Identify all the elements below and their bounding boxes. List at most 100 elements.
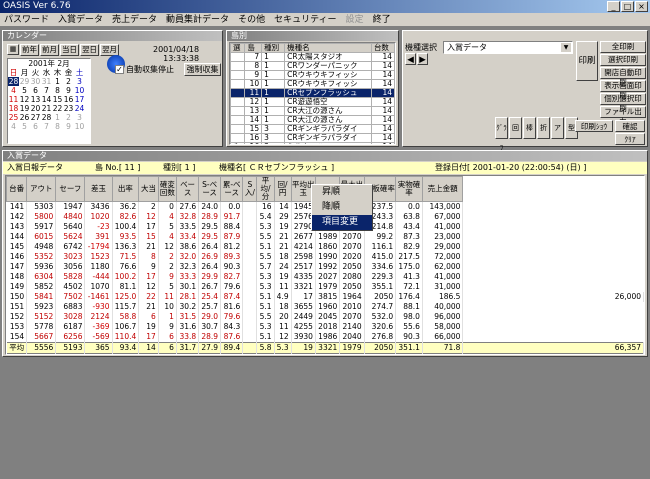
context-menu-item[interactable]: 昇順 xyxy=(312,185,372,200)
prev-arrow-icon[interactable]: ◀ xyxy=(405,53,416,65)
graph-button[interactable]: ア xyxy=(551,117,564,139)
calendar-day[interactable]: 22 xyxy=(52,104,63,113)
print-setting-button[interactable]: 印刷ｼｮｳ xyxy=(575,120,613,132)
print-option-button[interactable]: 選択印刷 xyxy=(600,54,646,66)
calendar-day[interactable]: 3 xyxy=(74,77,85,86)
data-header-cell[interactable]: 実物確率 xyxy=(395,176,423,202)
calendar-day[interactable]: 9 xyxy=(63,122,74,131)
data-row[interactable]: 146 5352 3023 1523 71.5 8 2 32.0 26.9 89.3 5.5 18 25… xyxy=(6,252,644,262)
menu-item[interactable]: セキュリティー xyxy=(274,13,336,26)
calendar-day[interactable]: 28 xyxy=(8,77,19,86)
graph-button[interactable]: 折 xyxy=(537,117,550,139)
calendar-nav-button[interactable]: 前月 xyxy=(40,44,59,56)
data-header-cell[interactable]: 平均/分 xyxy=(256,176,275,202)
menu-item[interactable]: 設定 xyxy=(346,13,364,26)
calendar-day[interactable]: 31 xyxy=(41,77,52,86)
menu-item[interactable]: 売上データ xyxy=(112,13,157,26)
force-collect-button[interactable]: 強制収集 xyxy=(184,63,221,76)
calendar-day[interactable]: 21 xyxy=(41,104,52,113)
calendar-day[interactable]: 2 xyxy=(63,77,74,86)
clear-button[interactable]: ｸﾘｱ xyxy=(615,133,645,145)
data-header-cell[interactable]: 確変回数 xyxy=(157,176,177,202)
calendar-day[interactable]: 13 xyxy=(30,95,41,104)
calendar-day[interactable]: 17 xyxy=(74,95,85,104)
menu-item[interactable]: 入賞データ xyxy=(58,13,103,26)
data-header-cell[interactable]: 大当 xyxy=(138,176,159,202)
calendar-day[interactable]: 30 xyxy=(30,77,41,86)
chevron-down-icon[interactable]: ▼ xyxy=(561,43,571,52)
calendar-day[interactable]: 12 xyxy=(19,95,30,104)
graph-button[interactable]: 回 xyxy=(509,117,522,139)
data-row[interactable]: 152 5152 3028 2124 58.8 6 1 31.5 29.0 79.6 5.5 20 24… xyxy=(6,312,644,322)
calendar-day[interactable]: 26 xyxy=(19,113,30,122)
graph-button[interactable]: ｸﾞﾗﾌ xyxy=(495,117,508,152)
calendar-day[interactable]: 25 xyxy=(8,113,19,122)
data-row[interactable]: 150 5841 7502 -1461 125.0 22 11 28.1 25.4 87.4 5.1… xyxy=(6,292,644,302)
menu-item[interactable]: その他 xyxy=(238,13,265,26)
print-option-button[interactable]: 個別選択印刷 xyxy=(600,93,646,113)
data-header-cell[interactable]: ベース xyxy=(175,176,200,202)
calendar-day[interactable]: 23 xyxy=(63,104,74,113)
calendar-day[interactable]: 15 xyxy=(52,95,63,104)
calendar-day[interactable]: 4 xyxy=(8,122,19,131)
menu-item[interactable]: パスワード xyxy=(4,13,49,26)
close-icon[interactable]: × xyxy=(635,1,648,12)
calendar-day[interactable]: 6 xyxy=(30,86,41,95)
minimize-icon[interactable]: _ xyxy=(607,1,620,12)
graph-button[interactable]: 棒 xyxy=(523,117,536,139)
data-row[interactable]: 144 6015 5624 391 93.5 15 4 33.4 29.5 87.9 5.5 21 26… xyxy=(6,232,644,242)
maximize-icon[interactable]: □ xyxy=(621,1,634,12)
data-header-cell[interactable]: アウト xyxy=(26,176,57,202)
calendar-day[interactable]: 7 xyxy=(41,86,52,95)
calendar-day[interactable]: 9 xyxy=(63,86,74,95)
island-header-cell[interactable]: 選 xyxy=(230,43,246,53)
context-menu-item[interactable]: 降順 xyxy=(312,200,372,215)
calendar-day[interactable]: 10 xyxy=(74,86,85,95)
calendar-day[interactable]: 10 xyxy=(74,122,85,131)
print-option-button[interactable]: 開店自動印刷 xyxy=(600,67,646,87)
data-header-cell[interactable]: 売上金額 xyxy=(421,176,464,202)
calendar-day[interactable]: 11 xyxy=(8,95,19,104)
calendar-day[interactable]: 8 xyxy=(52,86,63,95)
calendar-nav-button[interactable]: 当日 xyxy=(60,44,79,56)
confirm-button[interactable]: 確認 xyxy=(615,120,645,132)
data-header-cell[interactable]: S-ベース xyxy=(198,176,222,202)
calendar-day[interactable]: 3 xyxy=(74,113,85,122)
data-row[interactable]: 148 6304 5828 -444 100.2 17 9 33.3 29.9 82.7 5.3 19… xyxy=(6,272,644,282)
data-header-cell[interactable]: 差玉 xyxy=(84,176,113,202)
calendar-day[interactable]: 8 xyxy=(52,122,63,131)
calendar-day[interactable]: 7 xyxy=(41,122,52,131)
data-row[interactable]: 154 5667 6256 -569 110.4 17 6 33.8 28.9 87.6 5.1 12… xyxy=(6,332,644,343)
calendar-day[interactable]: 14 xyxy=(41,95,52,104)
calendar-day[interactable]: 5 xyxy=(19,122,30,131)
print-option-button[interactable]: 全印刷 xyxy=(600,41,646,53)
kind-select[interactable]: 入賞データ ▼ xyxy=(443,41,573,54)
data-header-cell[interactable]: セーフ xyxy=(55,176,86,202)
next-arrow-icon[interactable]: ▶ xyxy=(417,53,428,65)
menu-item[interactable]: 動員集計データ xyxy=(166,13,229,26)
calendar-day[interactable]: 27 xyxy=(30,113,41,122)
calendar-day[interactable]: 24 xyxy=(74,104,85,113)
calendar-day[interactable]: 28 xyxy=(41,113,52,122)
data-row[interactable]: 153 5778 6187 -369 106.7 19 9 31.6 30.7 84.3 5.3 11… xyxy=(6,322,644,332)
calendar-day[interactable]: 1 xyxy=(52,113,63,122)
calendar-day[interactable]: 19 xyxy=(19,104,30,113)
data-header-cell[interactable]: S入/ xyxy=(242,176,258,202)
calendar-day[interactable]: 1 xyxy=(52,77,63,86)
data-row[interactable]: 151 5923 6883 -930 115.7 21 10 30.2 25.7 81.6 5.1 1… xyxy=(6,302,644,312)
calendar-day[interactable]: 29 xyxy=(19,77,30,86)
print-option-button[interactable]: ファイル出力 xyxy=(600,106,646,126)
data-header-cell[interactable]: 台番 xyxy=(6,176,28,202)
print-option-button[interactable]: 表示画面印刷 xyxy=(600,80,646,100)
calendar-day[interactable]: 4 xyxy=(8,86,19,95)
island-header-cell[interactable]: 島 xyxy=(244,43,263,53)
auto-stop-checkbox[interactable]: ✓ 自動収集停止 xyxy=(115,64,174,75)
calendar-nav-button[interactable]: 前年 xyxy=(20,44,39,56)
data-header-cell[interactable]: 出率 xyxy=(111,176,140,202)
calendar-nav-button[interactable]: 翌日 xyxy=(80,44,99,56)
context-menu-item[interactable]: 項目変更 xyxy=(312,215,372,230)
data-header-cell[interactable]: 回/円 xyxy=(273,176,292,202)
data-row[interactable]: 149 5852 4502 1070 81.1 12 5 30.1 26.7 79.6 5.3 11 3… xyxy=(6,282,644,292)
calendar-day[interactable]: 18 xyxy=(8,104,19,113)
data-row[interactable]: 147 5936 3056 1180 76.6 9 2 32.3 26.4 90.3 5.7 24 25… xyxy=(6,262,644,272)
